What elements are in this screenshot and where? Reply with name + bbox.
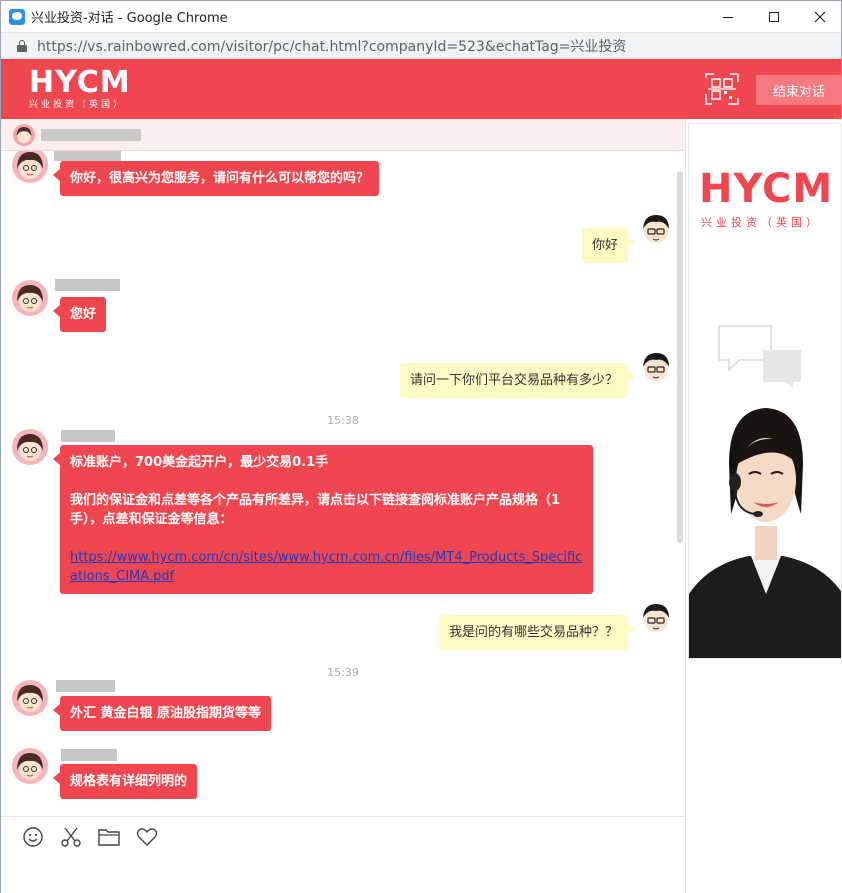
agent-avatar-icon — [12, 680, 48, 716]
agent-name-blurred — [41, 128, 141, 141]
close-button[interactable] — [797, 1, 842, 33]
chat-bubbles-icon — [718, 325, 801, 388]
chat-header: HYCM 兴业投资（英国） 结束对话 — [1, 59, 842, 119]
right-panel: HYCM 兴业投资（英国） — [685, 119, 842, 893]
agent-message: 外汇 黄金白银 原油股指期货等等 — [52, 696, 272, 731]
maximize-icon — [769, 12, 779, 22]
user-message: 我是问的有哪些交易品种？？ — [438, 615, 636, 650]
agent-avatar-icon — [12, 280, 48, 316]
agent-info-bar — [1, 119, 685, 151]
brand-card: HYCM 兴业投资（英国） — [688, 123, 842, 659]
brand-logo-sub: 兴业投资（英国） — [701, 216, 821, 229]
scissors-icon[interactable] — [59, 825, 83, 849]
browser-window: 兴业投资-对话 - Google Chrome https://vs.rainb… — [0, 0, 842, 893]
agent-message: 你好，很高兴为您服务，请问有什么可以帮您的吗？ — [52, 161, 380, 196]
agent-name-blurred — [61, 749, 117, 761]
chat-toolbar — [1, 816, 685, 856]
agent-name-blurred — [55, 279, 120, 291]
customer-service-agent-image — [689, 394, 841, 658]
agent-name-blurred — [56, 680, 115, 692]
agent-avatar-icon — [13, 123, 35, 146]
brand-logo-main: HYCM — [699, 166, 834, 212]
maximize-button[interactable] — [751, 1, 797, 33]
agent-avatar-icon — [12, 429, 48, 465]
timestamp: 15:39 — [327, 666, 359, 679]
user-message: 请问一下你们平台交易品种有多少？ — [399, 363, 636, 398]
agent-message-long: 标准账户，700美金起开户，最少交易0.1手 我们的保证金和点差等各个产品有所差… — [53, 445, 593, 594]
agent-avatar-icon — [12, 151, 48, 183]
chat-app-icon — [9, 8, 25, 25]
user-avatar-icon — [638, 600, 674, 636]
message-input[interactable] — [1, 856, 685, 893]
agent-message-line: 我们的保证金和点差等各个产品有所差异，请点击以下链接查阅标准账户产品规格（1手）… — [70, 493, 561, 527]
window-title: 兴业投资-对话 - Google Chrome — [31, 11, 228, 26]
close-icon — [814, 11, 826, 23]
agent-message: 规格表有详细列明的 — [52, 764, 198, 799]
minimize-icon — [723, 16, 733, 18]
user-message: 你好 — [581, 228, 636, 263]
qr-code-icon[interactable] — [705, 73, 739, 105]
emoji-icon[interactable] — [21, 825, 45, 849]
title-bar: 兴业投资-对话 - Google Chrome — [1, 1, 841, 33]
lock-icon — [17, 39, 27, 52]
hycm-logo: HYCM 兴业投资（英国） — [29, 67, 131, 111]
folder-icon[interactable] — [97, 825, 121, 849]
url-text[interactable]: https://vs.rainbowred.com/visitor/pc/cha… — [37, 36, 626, 56]
agent-name-blurred — [54, 151, 121, 161]
logo-sub: 兴业投资（英国） — [29, 100, 126, 110]
chat-messages[interactable]: 你好，很高兴为您服务，请问有什么可以帮您的吗？ 你好 您好 请问一下你们平台交易… — [1, 151, 685, 816]
user-avatar-icon — [638, 211, 674, 247]
agent-name-blurred — [61, 430, 115, 442]
agent-avatar-icon — [12, 748, 48, 784]
timestamp: 15:38 — [327, 414, 359, 427]
user-avatar-icon — [638, 349, 674, 385]
address-bar[interactable]: https://vs.rainbowred.com/visitor/pc/cha… — [1, 33, 841, 59]
end-chat-button[interactable]: 结束对话 — [756, 75, 842, 105]
heart-icon[interactable] — [135, 825, 159, 849]
minimize-button[interactable] — [705, 1, 751, 33]
agent-message-line: 标准账户，700美金起开户，最少交易0.1手 — [70, 455, 329, 470]
product-spec-link[interactable]: https://www.hycm.com/cn/sites/www.hycm.c… — [70, 550, 582, 584]
agent-message: 您好 — [52, 297, 107, 332]
logo-main: HYCM — [29, 65, 131, 100]
chat-scrollbar[interactable] — [677, 171, 683, 543]
